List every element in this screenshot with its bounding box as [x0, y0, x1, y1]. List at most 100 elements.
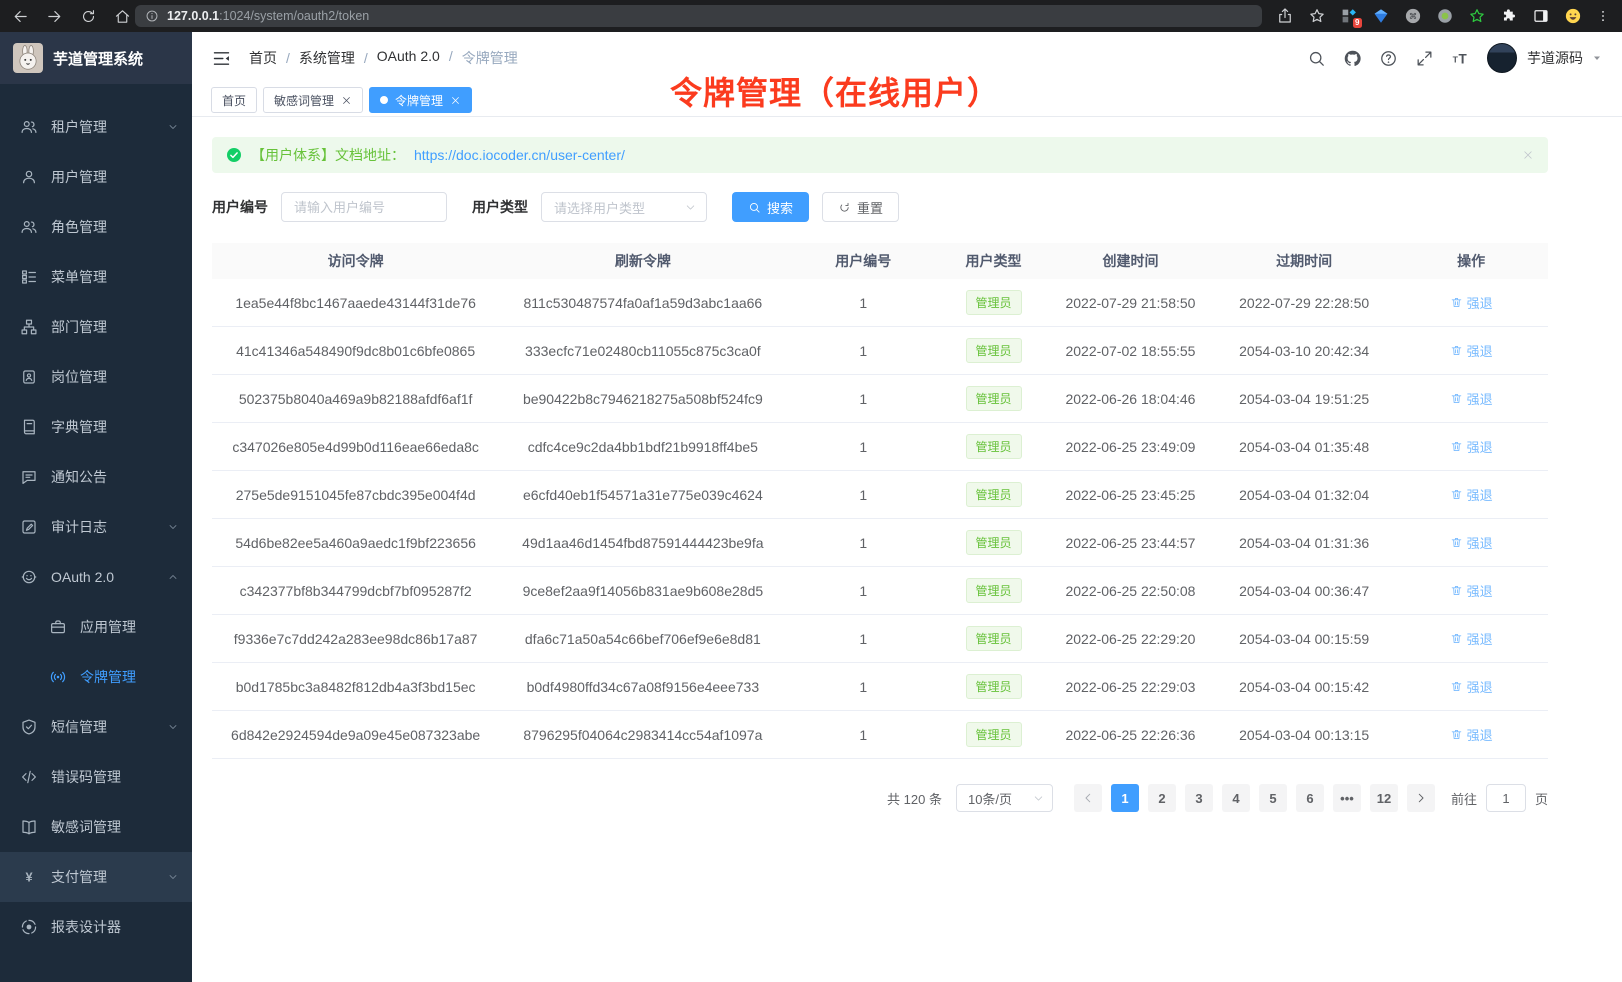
user-icon — [20, 168, 38, 186]
user-type-cell: 管理员 — [940, 578, 1047, 603]
extensions-puzzle-icon[interactable] — [1500, 7, 1518, 25]
sidebar-item[interactable]: 审计日志 — [0, 502, 192, 552]
sidebar-item[interactable]: 短信管理 — [0, 702, 192, 752]
collapse-sidebar-icon[interactable] — [211, 48, 232, 69]
search-button[interactable]: 搜索 — [732, 192, 809, 222]
close-icon[interactable] — [450, 95, 461, 106]
bookmark-star-icon[interactable] — [1308, 7, 1326, 25]
sidebar-item[interactable]: 报表设计器 — [0, 902, 192, 952]
user-type-cell: 管理员 — [940, 482, 1047, 507]
sidebar-item[interactable]: OAuth 2.0 — [0, 552, 192, 602]
address-bar[interactable]: 127.0.0.1:1024/system/oauth2/token — [135, 5, 1262, 27]
next-page-button[interactable] — [1407, 784, 1435, 812]
force-logout-button[interactable]: 强退 — [1450, 293, 1493, 312]
sidebar-item[interactable]: 敏感词管理 — [0, 802, 192, 852]
search-icon[interactable] — [1307, 49, 1326, 68]
user-type-badge: 管理员 — [966, 338, 1022, 363]
prev-page-button[interactable] — [1074, 784, 1102, 812]
page-number-button[interactable]: 5 — [1259, 784, 1287, 812]
page-unit-label: 页 — [1535, 789, 1548, 808]
table-header: 访问令牌 刷新令牌 用户编号 用户类型 创建时间 过期时间 操作 — [212, 243, 1548, 279]
access-token-cell: 1ea5e44f8bc1467aaede43144f31de76 — [212, 295, 499, 311]
sidebar-item[interactable]: 字典管理 — [0, 402, 192, 452]
page-tab[interactable]: 敏感词管理 — [263, 87, 363, 113]
sidebar-item[interactable]: 令牌管理 — [0, 652, 192, 702]
sidebar-item[interactable]: 岗位管理 — [0, 352, 192, 402]
font-size-icon[interactable]: TT — [1451, 49, 1470, 68]
breadcrumb-item[interactable]: 系统管理 — [299, 48, 368, 68]
sidebar-item[interactable]: 租户管理 — [0, 102, 192, 152]
extension-blocks-icon[interactable]: 9 — [1340, 7, 1358, 25]
force-logout-button[interactable]: 强退 — [1450, 341, 1493, 360]
share-icon[interactable] — [1276, 7, 1294, 25]
access-token-cell: c342377bf8b344799dcbf7bf095287f2 — [212, 583, 499, 599]
sidebar-item[interactable]: 通知公告 — [0, 452, 192, 502]
goto-page-input[interactable] — [1486, 784, 1526, 812]
table-row: b0d1785bc3a8482f812db4a3f3bd15ec b0df498… — [212, 663, 1548, 711]
expire-time-cell: 2054-03-04 01:31:36 — [1214, 535, 1394, 551]
chevron-right-icon — [1414, 791, 1428, 805]
breadcrumb-item[interactable]: 令牌管理 — [462, 48, 518, 68]
reload-icon[interactable] — [80, 8, 97, 25]
help-icon[interactable] — [1379, 49, 1398, 68]
browser-menu-icon[interactable] — [1596, 7, 1610, 25]
command-extension-icon[interactable]: ⌘ — [1404, 7, 1422, 25]
sidebar-item[interactable]: 错误码管理 — [0, 752, 192, 802]
doc-link[interactable]: https://doc.iocoder.cn/user-center/ — [414, 147, 625, 163]
back-icon[interactable] — [12, 8, 29, 25]
profile-emoji-icon[interactable] — [1564, 7, 1582, 25]
sidebar-item[interactable]: 部门管理 — [0, 302, 192, 352]
page-size-select[interactable]: 10条/页 — [956, 784, 1053, 812]
alert-close-icon[interactable] — [1522, 149, 1534, 161]
github-icon[interactable] — [1343, 49, 1362, 68]
page-number-button[interactable]: 3 — [1185, 784, 1213, 812]
access-token-cell: c347026e805e4d99b0d116eae66eda8c — [212, 439, 499, 455]
force-logout-button[interactable]: 强退 — [1450, 677, 1493, 696]
trash-icon — [1450, 536, 1463, 549]
force-logout-button[interactable]: 强退 — [1450, 389, 1493, 408]
sidebar-item-label: 菜单管理 — [51, 267, 107, 287]
page-number-button[interactable]: 2 — [1148, 784, 1176, 812]
force-logout-button[interactable]: 强退 — [1450, 485, 1493, 504]
page-tab[interactable]: 首页 — [211, 87, 257, 113]
green-star-extension-icon[interactable] — [1468, 7, 1486, 25]
force-logout-button[interactable]: 强退 — [1450, 581, 1493, 600]
avatar[interactable] — [1487, 43, 1517, 73]
page-number-button[interactable]: 12 — [1370, 784, 1398, 812]
page-number-button[interactable]: 1 — [1111, 784, 1139, 812]
log-icon — [20, 518, 38, 536]
user-type-select[interactable]: 请选择用户类型 — [541, 192, 707, 222]
sidebar-item[interactable]: 应用管理 — [0, 602, 192, 652]
app-logo[interactable]: 芋道管理系统 — [0, 32, 192, 84]
page-number-button[interactable]: ••• — [1333, 784, 1361, 812]
page-tab[interactable]: 令牌管理 — [369, 87, 472, 113]
sidebar-panel-icon[interactable] — [1532, 7, 1550, 25]
notice-icon — [20, 468, 38, 486]
sidebar-item[interactable]: 菜单管理 — [0, 252, 192, 302]
sidebar-item[interactable]: ¥ 支付管理 — [0, 852, 192, 902]
sidebar-item[interactable]: 角色管理 — [0, 202, 192, 252]
page-number-button[interactable]: 4 — [1222, 784, 1250, 812]
fullscreen-icon[interactable] — [1415, 49, 1434, 68]
force-logout-button[interactable]: 强退 — [1450, 533, 1493, 552]
force-logout-button[interactable]: 强退 — [1450, 725, 1493, 744]
record-extension-icon[interactable] — [1436, 7, 1454, 25]
site-info-icon[interactable] — [145, 9, 159, 23]
home-icon[interactable] — [114, 8, 131, 25]
reset-button[interactable]: 重置 — [822, 192, 899, 222]
user-id-input[interactable] — [281, 192, 447, 222]
sidebar-item-label: 审计日志 — [51, 517, 107, 537]
tab-label: 首页 — [222, 92, 246, 109]
expire-time-cell: 2054-03-04 01:32:04 — [1214, 487, 1394, 503]
page-number-button[interactable]: 6 — [1296, 784, 1324, 812]
sidebar-item[interactable]: 用户管理 — [0, 152, 192, 202]
close-icon[interactable] — [341, 95, 352, 106]
forward-icon[interactable] — [46, 8, 63, 25]
caret-down-icon[interactable] — [1591, 52, 1603, 64]
force-logout-button[interactable]: 强退 — [1450, 629, 1493, 648]
gem-extension-icon[interactable] — [1372, 7, 1390, 25]
username[interactable]: 芋道源码 — [1527, 48, 1583, 68]
force-logout-button[interactable]: 强退 — [1450, 437, 1493, 456]
breadcrumb-item[interactable]: OAuth 2.0 — [377, 48, 453, 68]
breadcrumb-item[interactable]: 首页 — [249, 48, 290, 68]
